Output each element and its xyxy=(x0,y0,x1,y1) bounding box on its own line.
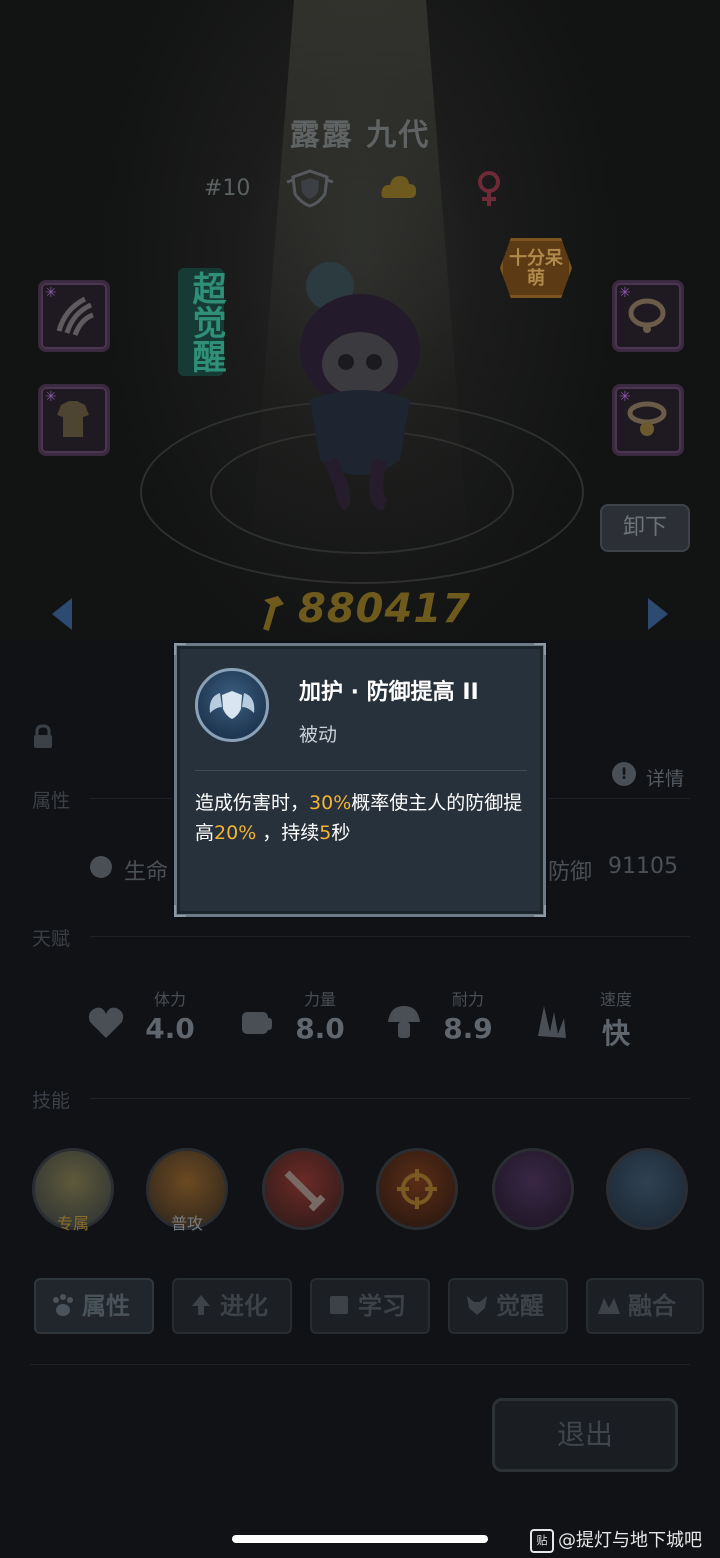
tab-merge[interactable]: 融合 xyxy=(586,1278,704,1334)
talent-label: 耐力 xyxy=(451,990,484,1009)
skill-section-title: 技能 xyxy=(32,1090,71,1112)
prev-character-arrow-icon[interactable] xyxy=(52,598,72,630)
talent-section-title: 天赋 xyxy=(32,928,71,950)
tab-attributes[interactable]: 属性 xyxy=(34,1278,154,1334)
tab-label: 融合 xyxy=(628,1292,676,1320)
next-character-arrow-icon[interactable] xyxy=(648,598,668,630)
wing-icon xyxy=(538,1006,566,1038)
talent-label: 体力 xyxy=(153,990,186,1009)
def-value: 91105 xyxy=(608,854,678,879)
female-gender-icon xyxy=(478,171,500,206)
exit-button[interactable]: 退出 xyxy=(492,1398,678,1472)
watermark: 贴 @提灯与地下城吧 xyxy=(530,1526,702,1553)
cloud-icon[interactable] xyxy=(380,170,418,204)
paw-icon xyxy=(53,1294,73,1316)
tab-learn[interactable]: 学习 xyxy=(310,1278,430,1334)
character-name: 露露 九代 xyxy=(289,118,431,153)
skill-sword[interactable] xyxy=(262,1148,344,1230)
desc-text: ，持续 xyxy=(256,822,320,844)
desc-highlight: 5 xyxy=(319,822,332,844)
combat-power: 880417 xyxy=(298,586,471,632)
hp-label: 生命 xyxy=(124,860,169,885)
talent-value: 8.9 xyxy=(443,1012,493,1045)
home-indicator[interactable] xyxy=(232,1535,488,1543)
equip-slot-armor[interactable]: ✳ xyxy=(38,384,110,456)
super-awaken-badge: 超觉醒 xyxy=(178,268,226,376)
skill-tag: 专属 xyxy=(56,1214,89,1233)
crosshair-icon xyxy=(397,1169,437,1209)
skill-guard[interactable] xyxy=(606,1148,688,1230)
guard-skill-icon xyxy=(195,668,269,742)
watermark-text: @提灯与地下城吧 xyxy=(558,1530,702,1551)
corner-ornament xyxy=(174,643,186,655)
desc-highlight: 30% xyxy=(309,792,352,814)
talent-label: 速度 xyxy=(599,990,632,1009)
tab-label: 属性 xyxy=(82,1292,130,1320)
corner-ornament xyxy=(174,905,186,917)
book-icon xyxy=(330,1296,348,1314)
info-icon[interactable]: ! xyxy=(612,762,636,786)
armor-icon xyxy=(57,401,89,437)
popup-title: 加护 · 防御提高 II xyxy=(299,680,479,705)
def-label: 防御 xyxy=(548,860,593,885)
detail-link[interactable]: 详情 xyxy=(646,764,684,791)
character-sprite xyxy=(300,262,420,510)
divider xyxy=(90,936,690,937)
equip-slot-collar[interactable]: ✳ xyxy=(612,384,684,456)
desc-highlight: 20% xyxy=(214,822,257,844)
skill-tag: 普攻 xyxy=(170,1214,203,1233)
shield-icon[interactable] xyxy=(285,168,335,208)
popup-divider xyxy=(195,770,527,771)
popup-subtitle: 被动 xyxy=(299,724,338,746)
desc-text: 造成伤害时， xyxy=(195,792,310,814)
heart-icon xyxy=(88,1007,124,1038)
lock-icon[interactable] xyxy=(32,724,54,750)
necklace-icon xyxy=(628,298,666,333)
talent-value: 4.0 xyxy=(145,1012,195,1045)
tab-label: 进化 xyxy=(220,1292,268,1320)
skill-vortex[interactable] xyxy=(492,1148,574,1230)
trait-badge[interactable]: 十分呆萌 xyxy=(500,238,572,298)
merge-icon xyxy=(598,1298,620,1314)
mushroom-icon xyxy=(388,1006,420,1038)
character-scene: 露露 九代 #10 ✳ ✳ ✳ ✳ 超觉醒 十分呆萌 卸下 880417 xyxy=(0,0,720,640)
tab-label: 觉醒 xyxy=(496,1292,544,1320)
skill-tooltip: 加护 · 防御提高 II 被动 造成伤害时，30%概率使主人的防御提高20% ，… xyxy=(174,643,546,917)
talent-label: 力量 xyxy=(303,990,336,1009)
skill-target[interactable] xyxy=(376,1148,458,1230)
corner-ornament xyxy=(534,643,546,655)
attr-section-title: 属性 xyxy=(32,790,71,812)
divider xyxy=(90,1098,690,1099)
evolve-arrow-icon xyxy=(192,1295,210,1315)
tab-awaken[interactable]: 觉醒 xyxy=(448,1278,568,1334)
divider xyxy=(30,1364,690,1365)
equip-slot-necklace[interactable]: ✳ xyxy=(612,280,684,352)
popup-description: 造成伤害时，30%概率使主人的防御提高20% ，持续5秒 xyxy=(195,788,531,848)
hammer-icon xyxy=(263,596,284,631)
corner-ornament xyxy=(534,905,546,917)
sword-icon xyxy=(284,1170,326,1212)
unequip-button[interactable]: 卸下 xyxy=(600,504,690,552)
tab-evolve[interactable]: 进化 xyxy=(172,1278,292,1334)
hp-icon xyxy=(90,856,112,878)
desc-text: 秒 xyxy=(331,822,351,844)
bell-collar-icon xyxy=(627,401,667,436)
winged-shield-icon xyxy=(209,691,255,719)
equip-slot-weapon[interactable]: ✳ xyxy=(38,280,110,352)
fist-icon xyxy=(242,1012,272,1034)
tieba-icon: 贴 xyxy=(530,1529,554,1553)
rank-label: #10 xyxy=(204,176,251,201)
fox-icon xyxy=(467,1296,487,1315)
tab-label: 学习 xyxy=(358,1292,406,1320)
claw-icon xyxy=(56,296,94,336)
talent-value: 8.0 xyxy=(295,1012,345,1045)
talent-value: 快 xyxy=(601,1017,630,1050)
